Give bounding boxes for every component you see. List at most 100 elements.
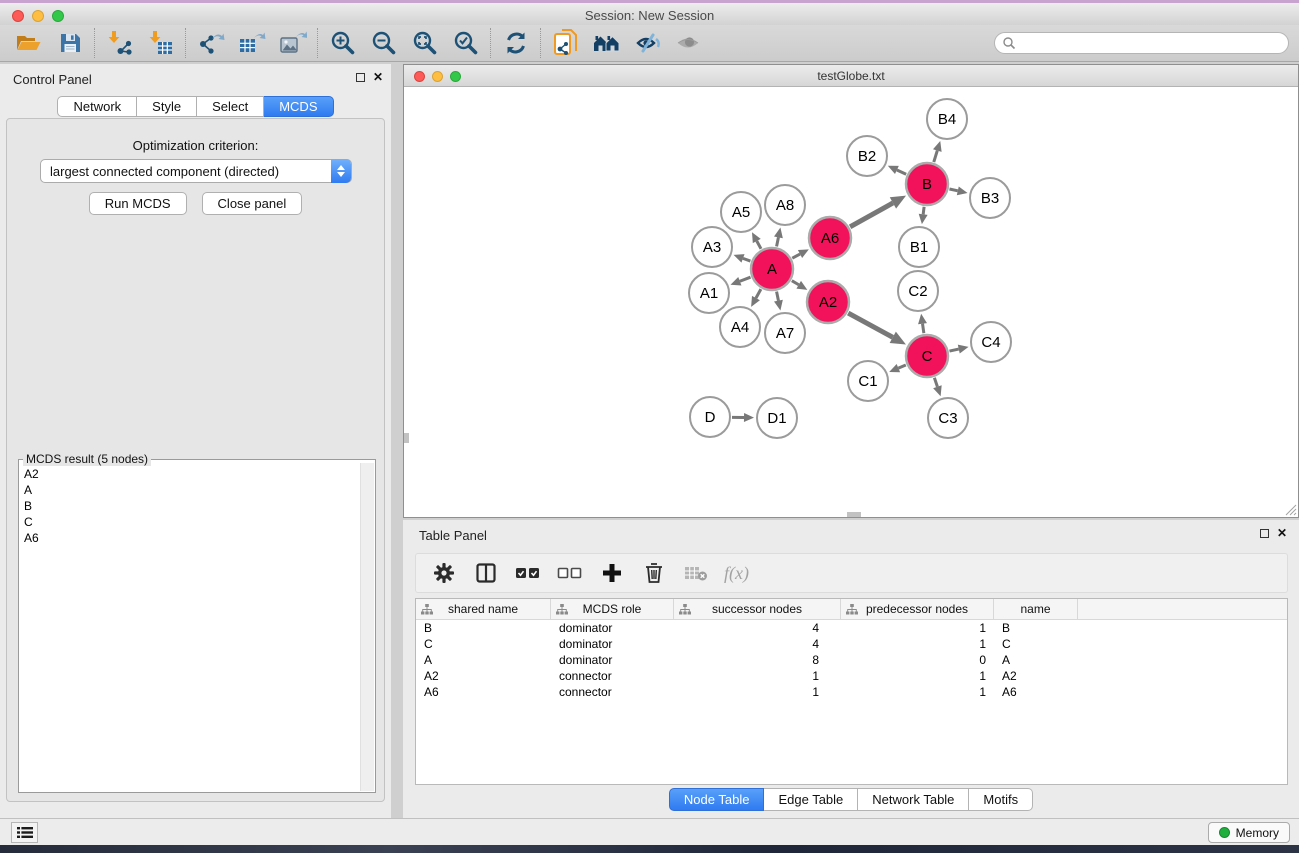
- desktop-background: [0, 845, 1299, 853]
- table-cell: B: [994, 621, 1078, 635]
- column-header-mcds-role[interactable]: MCDS role: [551, 599, 674, 619]
- hide-graphics-details-icon[interactable]: [627, 26, 668, 60]
- table-row-B[interactable]: Bdominator41B: [416, 620, 1287, 636]
- network-overview-icon[interactable]: [586, 26, 627, 60]
- mcds-result-item[interactable]: A2: [24, 466, 360, 482]
- resize-grip-icon[interactable]: [1284, 503, 1297, 516]
- memory-button[interactable]: Memory: [1208, 822, 1290, 843]
- graph-edge-A-A5[interactable]: [757, 241, 761, 249]
- column-header-successor-nodes[interactable]: successor nodes: [674, 599, 841, 619]
- graph-edge-C-C4[interactable]: [949, 349, 958, 351]
- run-mcds-button[interactable]: Run MCDS: [89, 192, 187, 215]
- tab-network-table[interactable]: Network Table: [858, 788, 969, 811]
- graph-edge-C-C3[interactable]: [934, 378, 937, 387]
- table-cell: 4: [674, 621, 841, 635]
- zoom-out-icon[interactable]: [363, 26, 404, 60]
- close-panel-button[interactable]: Close panel: [202, 192, 303, 215]
- import-table-icon[interactable]: [140, 26, 181, 60]
- attribute-tree-icon: [846, 604, 858, 618]
- export-table-icon[interactable]: [231, 26, 272, 60]
- optimization-criterion-label: Optimization criterion:: [7, 138, 384, 153]
- function-builder-icon[interactable]: f(x): [724, 563, 749, 584]
- main-toolbar: [0, 25, 1299, 62]
- graph-edge-B-B1[interactable]: [923, 207, 924, 214]
- mcds-tab-content: Optimization criterion: largest connecte…: [6, 118, 385, 802]
- graph-edge-B-B2[interactable]: [897, 170, 906, 174]
- graph-edge-A-A1[interactable]: [740, 277, 751, 281]
- graph-edge-C-C1[interactable]: [898, 365, 905, 368]
- table-row-C[interactable]: Cdominator41C: [416, 636, 1287, 652]
- float-panel-icon[interactable]: [356, 73, 365, 82]
- export-image-icon[interactable]: [272, 26, 313, 60]
- column-header-predecessor-nodes[interactable]: predecessor nodes: [841, 599, 994, 619]
- mcds-result-item[interactable]: A: [24, 482, 360, 498]
- tab-style[interactable]: Style: [137, 96, 197, 117]
- criterion-select[interactable]: largest connected component (directed): [40, 159, 352, 183]
- table-cell: 1: [841, 669, 994, 683]
- graph-edge-B-B4[interactable]: [934, 151, 938, 162]
- graph-node-label: B4: [938, 111, 956, 128]
- settings-gear-icon[interactable]: [430, 558, 458, 588]
- graph-node-label: A3: [703, 239, 721, 256]
- column-header-shared-name[interactable]: shared name: [416, 599, 551, 619]
- tab-select[interactable]: Select: [197, 96, 264, 117]
- show-columns-icon[interactable]: [472, 558, 500, 588]
- tab-motifs[interactable]: Motifs: [969, 788, 1033, 811]
- task-history-icon[interactable]: [11, 822, 38, 843]
- vertical-scroll-thumb[interactable]: [404, 433, 409, 443]
- add-row-icon[interactable]: [598, 558, 626, 588]
- column-header-label: name: [1020, 602, 1050, 616]
- zoom-in-icon[interactable]: [322, 26, 363, 60]
- close-panel-icon[interactable]: ✕: [373, 72, 383, 82]
- horizontal-scroll-thumb[interactable]: [847, 512, 861, 517]
- zoom-fit-icon[interactable]: [404, 26, 445, 60]
- graph-edge-A-A7[interactable]: [777, 292, 779, 301]
- close-table-panel-icon[interactable]: ✕: [1277, 528, 1287, 538]
- graph-edge-A6-B[interactable]: [850, 203, 893, 227]
- deselect-all-icon[interactable]: [556, 558, 584, 588]
- graph-edge-A-A4[interactable]: [756, 289, 761, 298]
- graph-edge-A-A6[interactable]: [792, 254, 800, 258]
- application-window: Session: New Session: [0, 0, 1299, 853]
- table-cell: 1: [841, 621, 994, 635]
- table-cell: 1: [674, 669, 841, 683]
- tab-node-table[interactable]: Node Table: [669, 788, 765, 811]
- mcds-result-item[interactable]: C: [24, 514, 360, 530]
- mcds-result-scrollbar[interactable]: [360, 463, 374, 791]
- show-graphics-details-icon[interactable]: [668, 26, 709, 60]
- save-session-icon[interactable]: [49, 26, 90, 60]
- table-cell: dominator: [551, 637, 674, 651]
- column-header-name[interactable]: name: [994, 599, 1078, 619]
- float-table-panel-icon[interactable]: [1260, 529, 1269, 538]
- import-network-icon[interactable]: [99, 26, 140, 60]
- graph-edge-A-A2[interactable]: [792, 281, 799, 285]
- refresh-icon[interactable]: [495, 26, 536, 60]
- search-input[interactable]: [994, 32, 1289, 54]
- graph-edge-arrowhead: [774, 300, 783, 311]
- graph-edge-A-A8[interactable]: [777, 237, 779, 246]
- open-file-icon[interactable]: [8, 26, 49, 60]
- table-row-A6[interactable]: A6connector11A6: [416, 684, 1287, 700]
- graph-edge-B-B3[interactable]: [949, 189, 957, 191]
- network-window-titlebar[interactable]: testGlobe.txt: [404, 65, 1298, 87]
- delete-table-icon[interactable]: [682, 558, 710, 588]
- network-from-selection-icon[interactable]: [545, 26, 586, 60]
- control-panel-title: Control Panel: [13, 72, 92, 87]
- table-row-A[interactable]: Adominator80A: [416, 652, 1287, 668]
- mcds-result-item[interactable]: A6: [24, 530, 360, 546]
- export-network-icon[interactable]: [190, 26, 231, 60]
- select-all-icon[interactable]: [514, 558, 542, 588]
- graph-edge-A2-C[interactable]: [848, 313, 893, 337]
- tab-edge-table[interactable]: Edge Table: [764, 788, 858, 811]
- network-canvas[interactable]: B4B2BB3A5A8A6A3B1AA1C2A2A4A7C4CC1C3DD1: [404, 87, 1298, 517]
- table-cell: dominator: [551, 653, 674, 667]
- delete-rows-icon[interactable]: [640, 558, 668, 588]
- graph-edge-A-A3[interactable]: [743, 258, 750, 261]
- tab-network[interactable]: Network: [57, 96, 137, 117]
- zoom-selected-icon[interactable]: [445, 26, 486, 60]
- graph-node-label: C: [922, 348, 933, 365]
- tab-mcds[interactable]: MCDS: [264, 96, 333, 117]
- mcds-result-item[interactable]: B: [24, 498, 360, 514]
- graph-edge-C-C2[interactable]: [923, 324, 924, 334]
- table-row-A2[interactable]: A2connector11A2: [416, 668, 1287, 684]
